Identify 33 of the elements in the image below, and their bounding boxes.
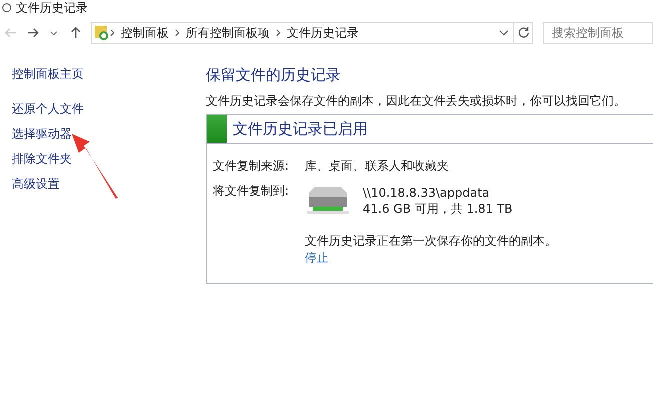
chevron-right-icon [110,29,115,37]
sidebar-link[interactable]: 还原个人文件 [12,97,84,122]
description: 文件历史记录会保存文件的副本，因此在文件丢失或损坏时，你可以找回它们。 [206,93,627,110]
chevron-down-icon[interactable] [498,30,509,36]
sidebar-link[interactable]: 排除文件夹 [12,147,72,172]
page-heading: 保留文件的历史记录 [206,66,342,85]
control-panel-icon [94,25,110,41]
drive-space: 41.6 GB 可用，共 1.81 TB [363,201,513,217]
status-title: 文件历史记录已启用 [233,120,368,138]
sidebar-link[interactable]: 高级设置 [12,172,60,197]
source-value: 库、桌面、联系人和收藏夹 [305,158,450,175]
sidebar-link[interactable]: 控制面板主页 [12,62,84,87]
status-indicator [207,115,227,143]
chevron-down-icon [50,30,58,36]
stop-link[interactable]: 停止 [305,250,653,267]
history-icon [2,3,12,13]
up-arrow-icon [70,27,81,39]
address-bar[interactable]: 控制面板 所有控制面板项 文件历史记录 [90,22,533,44]
progress-message: 文件历史记录正在第一次保存你的文件的副本。 [305,233,558,250]
forward-arrow-icon [26,28,39,38]
chevron-right-icon [174,29,180,37]
breadcrumb[interactable]: 控制面板 [118,24,171,42]
back-arrow-icon [4,28,17,38]
refresh-icon[interactable] [518,27,530,39]
source-label: 文件复制来源: [213,158,290,175]
breadcrumb[interactable]: 所有控制面板项 [184,24,272,42]
drive-path: \\10.18.8.33\appdata [363,185,491,201]
window-title: 文件历史记录 [16,0,88,16]
chevron-right-icon [276,29,281,37]
target-label: 将文件复制到: [213,183,290,200]
search-field[interactable]: 搜索控制面板 [542,22,653,44]
breadcrumb[interactable]: 文件历史记录 [284,24,361,42]
sidebar-link[interactable]: 选择驱动器 [12,122,72,147]
